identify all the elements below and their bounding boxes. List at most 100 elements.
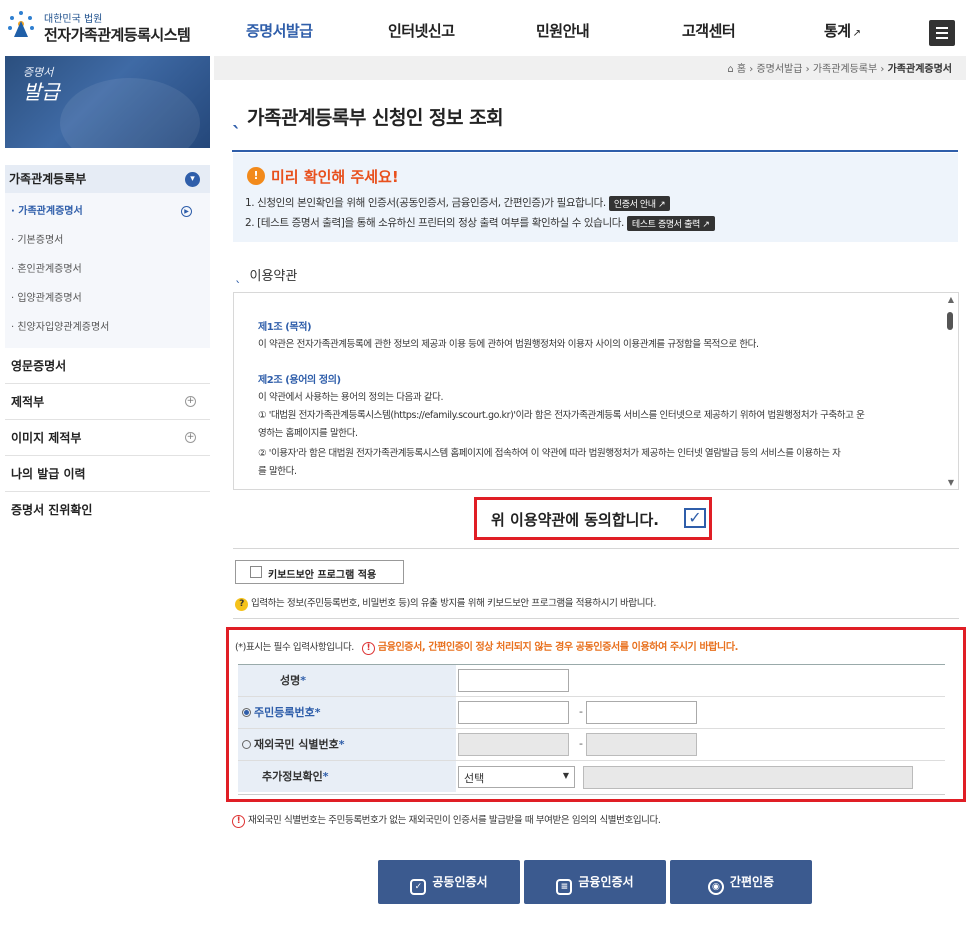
breadcrumb-item[interactable]: 가족관계등록부 — [813, 64, 877, 75]
chevron-down-icon: ▼ — [562, 771, 569, 780]
banner-big-text: 발급 — [23, 80, 60, 104]
keyboard-security-checkbox[interactable] — [250, 566, 262, 578]
foreign-id-front-input[interactable] — [458, 733, 569, 756]
form-row-name: 성명* — [238, 665, 945, 697]
financial-cert-button[interactable]: ≡ 금융인증서 — [524, 860, 666, 904]
page-title-text: 가족관계등록부 신청인 정보 조회 — [247, 107, 504, 129]
rrn-front-input[interactable] — [458, 701, 569, 724]
sidebar-subitem-basic[interactable]: · 기본증명서 — [5, 226, 210, 255]
form-row-rrn: 주민등록번호* - — [238, 697, 945, 729]
breadcrumb-home[interactable]: 홈 — [737, 64, 746, 75]
title-marker-icon: ˎ — [235, 269, 242, 284]
agree-checkbox[interactable]: ✓ — [684, 508, 706, 528]
form-row-extra: 추가정보확인* 선택 ▼ — [238, 761, 945, 793]
breadcrumb-sep: › — [880, 64, 888, 75]
site-logo[interactable]: 대한민국 법원 전자가족관계등록시스템 — [4, 7, 214, 47]
nav-certificate-issue[interactable]: 증명서발급 — [246, 20, 313, 41]
nav-internet-report[interactable]: 인터넷신고 — [388, 20, 455, 41]
nav-customer-center[interactable]: 고객센터 — [682, 20, 736, 41]
exclamation-icon: ! — [232, 815, 245, 828]
sidebar-item-verify[interactable]: 증명서 진위확인 — [5, 492, 210, 528]
scrollbar-thumb[interactable] — [947, 312, 953, 330]
agree-highlight: 위 이용약관에 동의합니다. ✓ — [474, 497, 712, 540]
agree-label[interactable]: 위 이용약관에 동의합니다. — [491, 509, 659, 530]
extra-info-label: 추가정보확인* — [238, 761, 456, 792]
site-header: 대한민국 법원 전자가족관계등록시스템 증명서발급 인터넷신고 민원안내 고객센… — [0, 0, 966, 56]
scroll-down-icon[interactable]: ▼ — [948, 478, 954, 487]
rrn-back-input[interactable] — [586, 701, 697, 724]
notice-line-1-text: 1. 신청인의 본인확인을 위해 인증서(공동인증서, 금융인증서, 간편인증)… — [245, 197, 606, 209]
external-link-icon: ↗ — [658, 199, 666, 210]
sidebar-item-removed-register[interactable]: 제적부 + — [5, 384, 210, 420]
foreign-id-label-text: 재외국민 식별번호 — [254, 738, 339, 751]
nav-civil-guide[interactable]: 민원안내 — [536, 20, 590, 41]
shield-check-icon: ✓ — [410, 879, 427, 895]
joint-cert-label: 공동인증서 — [432, 875, 488, 889]
required-star: * — [300, 674, 307, 687]
test-print-button[interactable]: 테스트 증명서 출력 ↗ — [626, 215, 715, 231]
terms-article-2-line: 영하는 홈페이지를 말한다. — [258, 428, 358, 439]
sidebar-item-label: 이미지 제적부 — [11, 431, 82, 445]
cert-guide-button[interactable]: 인증서 안내 ↗ — [608, 195, 671, 211]
name-input[interactable] — [458, 669, 569, 692]
foreign-id-radio[interactable] — [242, 740, 251, 749]
home-icon[interactable]: ⌂ — [727, 64, 733, 75]
joint-cert-button[interactable]: ✓ 공동인증서 — [378, 860, 520, 904]
foreign-id-back-input[interactable] — [586, 733, 697, 756]
title-marker-icon: ˎ — [232, 107, 242, 129]
extra-info-input[interactable] — [583, 766, 913, 789]
cert-warning: 금융인증서, 간편인증이 정상 처리되지 않는 경우 공동인증서를 이용하여 주… — [377, 642, 739, 653]
court-emblem-icon — [8, 11, 34, 37]
sidebar-subitem-family-relation[interactable]: · 가족관계증명서 ▶ — [5, 197, 210, 226]
fingerprint-icon: ◉ — [707, 879, 724, 895]
org-name: 대한민국 법원 — [44, 14, 103, 25]
keyboard-security-button[interactable]: 키보드보안 프로그램 적용 — [235, 560, 404, 584]
notice-heading: 미리 확인해 주세요! — [271, 168, 399, 186]
sidebar-subitem-adoption[interactable]: · 입양관계증명서 — [5, 284, 210, 313]
nav-statistics[interactable]: 통계 ↗ — [824, 20, 861, 41]
sidebar-item-label: 나의 발급 이력 — [11, 467, 86, 481]
cert-guide-label: 인증서 안내 — [613, 199, 656, 210]
sidebar-item-my-history[interactable]: 나의 발급 이력 — [5, 456, 210, 492]
sidebar-item-label: 영문증명서 — [11, 359, 67, 373]
applicant-form-table: 성명* 주민등록번호* - 재외국민 식별번호* - 추가정보확인* 선택 ▼ — [238, 664, 945, 795]
terms-article-2-line: 를 말한다. — [258, 466, 297, 477]
section-banner: 증명서 발급 — [5, 56, 210, 148]
foreign-id-dash: - — [579, 737, 583, 750]
sidebar-subitem-marriage[interactable]: · 혼인관계증명서 — [5, 255, 210, 284]
select-value: 선택 — [464, 772, 485, 785]
notice-line-2-text: 2. [테스트 증명서 출력]을 통해 소유하신 프린터의 정상 출력 여부를 … — [245, 217, 624, 229]
notice-line-2: 2. [테스트 증명서 출력]을 통해 소유하신 프린터의 정상 출력 여부를 … — [245, 215, 715, 231]
plus-icon[interactable]: + — [185, 432, 196, 443]
terms-scroll-box[interactable]: 제1조 (목적) 이 약관은 전자가족관계등록에 관한 정보의 제공과 이용 등… — [233, 292, 959, 490]
extra-info-select[interactable]: 선택 ▼ — [458, 766, 575, 788]
rrn-radio[interactable] — [242, 708, 251, 717]
breadcrumb-item[interactable]: 증명서발급 — [756, 64, 802, 75]
scroll-up-icon[interactable]: ▲ — [948, 295, 954, 304]
sidebar-subitem-full-adoption[interactable]: · 친양자입양관계증명서 — [5, 313, 210, 342]
simple-auth-button[interactable]: ◉ 간편인증 — [670, 860, 812, 904]
document-cert-icon: ≡ — [556, 879, 573, 895]
megaphone-icon: ! — [247, 167, 265, 185]
sidebar-item-image-register[interactable]: 이미지 제적부 + — [5, 420, 210, 456]
rrn-label-text: 주민등록번호 — [254, 706, 315, 719]
breadcrumb: ⌂ 홈 › 증명서발급 › 가족관계등록부 › 가족관계증명서 — [727, 60, 952, 75]
chevron-down-icon[interactable]: ▾ — [185, 172, 200, 187]
external-link-icon: ↗ — [852, 28, 861, 39]
applicant-form-highlight: (*)표시는 필수 입력사항입니다.! 금융인증서, 간편인증이 정상 처리되지 … — [226, 627, 966, 802]
financial-cert-label: 금융인증서 — [578, 875, 634, 889]
divider — [233, 548, 959, 549]
breadcrumb-bar: ⌂ 홈 › 증명서발급 › 가족관계등록부 › 가족관계증명서 — [214, 56, 966, 80]
sidebar-submenu: · 가족관계증명서 ▶ · 기본증명서 · 혼인관계증명서 · 입양관계증명서 ·… — [5, 193, 210, 348]
foreign-id-footnote-text: 재외국민 식별번호는 주민등록번호가 없는 재외국민이 인증서를 발급받을 때 … — [248, 815, 661, 826]
sidebar-section-family-register[interactable]: 가족관계등록부 ▾ — [5, 165, 210, 193]
sidebar-item-english-cert[interactable]: 영문증명서 — [5, 348, 210, 384]
plus-icon[interactable]: + — [185, 396, 196, 407]
terms-article-2-line: 이 약관에서 사용하는 용어의 정의는 다음과 같다. — [258, 392, 444, 403]
test-print-label: 테스트 증명서 출력 — [631, 219, 700, 230]
required-star: * — [322, 770, 329, 783]
foreign-id-label[interactable]: 재외국민 식별번호* — [238, 729, 456, 760]
page-title: ˎ 가족관계등록부 신청인 정보 조회 — [232, 103, 504, 130]
menu-icon[interactable] — [929, 20, 955, 46]
rrn-label[interactable]: 주민등록번호* — [238, 697, 456, 728]
